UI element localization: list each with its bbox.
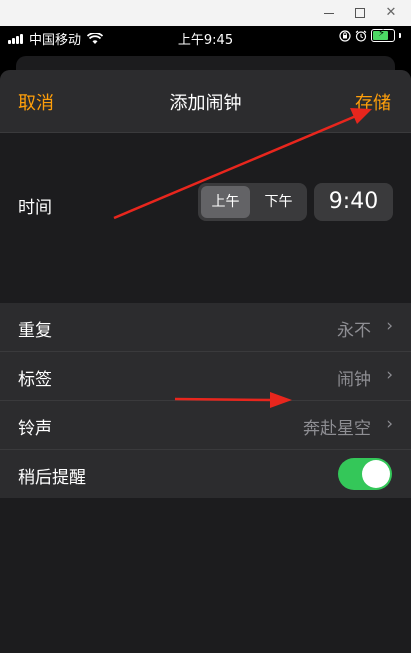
maximize-icon bbox=[355, 8, 365, 18]
save-button[interactable]: 存储 bbox=[355, 89, 391, 115]
status-bar: 中国移动 上午9:45 ⚡ bbox=[0, 26, 411, 50]
close-button[interactable]: ✕ bbox=[376, 2, 406, 24]
minimize-icon bbox=[324, 13, 334, 14]
time-value-picker[interactable]: 9:40 bbox=[314, 183, 393, 221]
add-alarm-sheet: 取消 添加闹钟 存储 时间 上午 下午 9:40 重复 永不 › 标签 闹钟 › bbox=[0, 70, 411, 653]
time-section: 时间 上午 下午 9:40 bbox=[0, 133, 411, 276]
chevron-right-icon: › bbox=[386, 316, 393, 336]
pm-option[interactable]: 下午 bbox=[254, 186, 303, 218]
tag-label: 标签 bbox=[18, 370, 52, 390]
tag-value: 闹钟 bbox=[337, 370, 371, 390]
snooze-toggle[interactable] bbox=[338, 458, 392, 490]
page-title: 添加闹钟 bbox=[169, 93, 242, 114]
snooze-row: 稍后提醒 bbox=[0, 450, 411, 498]
maximize-button[interactable] bbox=[345, 2, 375, 24]
am-pm-segmented-control: 上午 下午 bbox=[198, 183, 307, 221]
lock-rotation-icon bbox=[339, 29, 351, 42]
toggle-knob bbox=[362, 460, 390, 488]
settings-list: 重复 永不 › 标签 闹钟 › 铃声 奔赴星空 › 稍后提醒 bbox=[0, 303, 411, 498]
chevron-right-icon: › bbox=[386, 365, 393, 385]
phone-screen: 中国移动 上午9:45 ⚡ 取消 添加闹钟 存储 时间 上午 下午 9:40 重… bbox=[0, 26, 411, 653]
snooze-label: 稍后提醒 bbox=[18, 468, 86, 488]
close-icon: ✕ bbox=[385, 5, 397, 20]
ringtone-value: 奔赴星空 bbox=[303, 419, 371, 439]
minimize-button[interactable] bbox=[314, 2, 344, 24]
ringtone-label: 铃声 bbox=[18, 419, 52, 439]
alarm-icon bbox=[355, 30, 367, 42]
time-label: 时间 bbox=[18, 198, 52, 218]
tag-row[interactable]: 标签 闹钟 › bbox=[0, 352, 411, 401]
repeat-label: 重复 bbox=[18, 321, 52, 341]
battery-icon: ⚡ bbox=[371, 28, 395, 42]
chevron-right-icon: › bbox=[386, 414, 393, 434]
ringtone-row[interactable]: 铃声 奔赴星空 › bbox=[0, 401, 411, 450]
repeat-row[interactable]: 重复 永不 › bbox=[0, 303, 411, 352]
window-chrome: ✕ bbox=[0, 0, 411, 27]
nav-bar: 取消 添加闹钟 存储 bbox=[0, 70, 411, 133]
am-option[interactable]: 上午 bbox=[201, 186, 250, 218]
repeat-value: 永不 bbox=[337, 321, 371, 341]
